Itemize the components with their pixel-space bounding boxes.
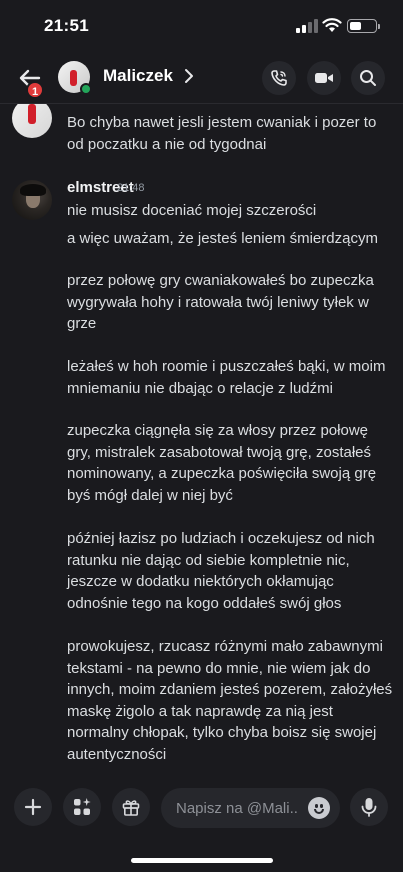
- message-text: a więc uważam, że jesteś leniem śmierdzą…: [67, 230, 378, 247]
- message-input-placeholder: Napisz na @Mali..: [176, 800, 298, 817]
- apps-button[interactable]: [63, 788, 101, 826]
- search-icon: [360, 70, 376, 86]
- message-text: później łazisz po ludziach i oczekujesz …: [67, 530, 375, 612]
- page-title[interactable]: Maliczek: [103, 66, 173, 86]
- emoji-icon[interactable]: [308, 797, 330, 819]
- apps-sparkle-icon: [74, 798, 91, 815]
- unread-badge: 1: [26, 81, 44, 99]
- gift-icon: [122, 800, 140, 816]
- avatar[interactable]: [12, 180, 52, 220]
- message-text: prowokujesz, rzucasz różnymi mało zabawn…: [67, 638, 393, 763]
- chevron-right-icon[interactable]: [183, 68, 195, 84]
- channel-header: 1 Maliczek: [0, 50, 403, 104]
- avatar[interactable]: [12, 104, 52, 138]
- status-bar: 21:51: [0, 0, 403, 50]
- voice-call-button[interactable]: [262, 61, 296, 95]
- video-call-button[interactable]: [307, 61, 341, 95]
- plus-icon: [24, 798, 42, 816]
- wifi-icon: [322, 18, 342, 32]
- add-attachment-button[interactable]: [14, 788, 52, 826]
- microphone-icon: [361, 798, 377, 817]
- video-camera-icon: [315, 73, 333, 83]
- message-text: leżałeś w hoh roomie i puszczałeś bąki, …: [67, 358, 386, 397]
- message-timestamp: 21:48: [117, 182, 145, 194]
- message-text: przez połowę gry cwaniakowałeś bo zupecz…: [67, 272, 374, 332]
- message-text: nie musisz doceniać mojej szczerości: [67, 202, 317, 219]
- online-status-indicator: [80, 83, 92, 95]
- message-input[interactable]: Napisz na @Mali..: [161, 788, 340, 828]
- status-time: 21:51: [44, 16, 89, 35]
- home-indicator[interactable]: [131, 858, 273, 863]
- message-text: zupeczka ciągnęła się za włosy przez poł…: [67, 422, 377, 504]
- battery-icon: [347, 19, 380, 33]
- cellular-signal-icon: [296, 19, 318, 33]
- gift-button[interactable]: [112, 788, 150, 826]
- message-list[interactable]: Bo chyba nawet jesli jestem cwaniak i po…: [0, 104, 403, 776]
- message-text: Bo chyba nawet jesli jestem cwaniak i po…: [67, 114, 377, 153]
- search-button[interactable]: [351, 61, 385, 95]
- voice-message-button[interactable]: [350, 788, 388, 826]
- phone-icon: [271, 70, 287, 86]
